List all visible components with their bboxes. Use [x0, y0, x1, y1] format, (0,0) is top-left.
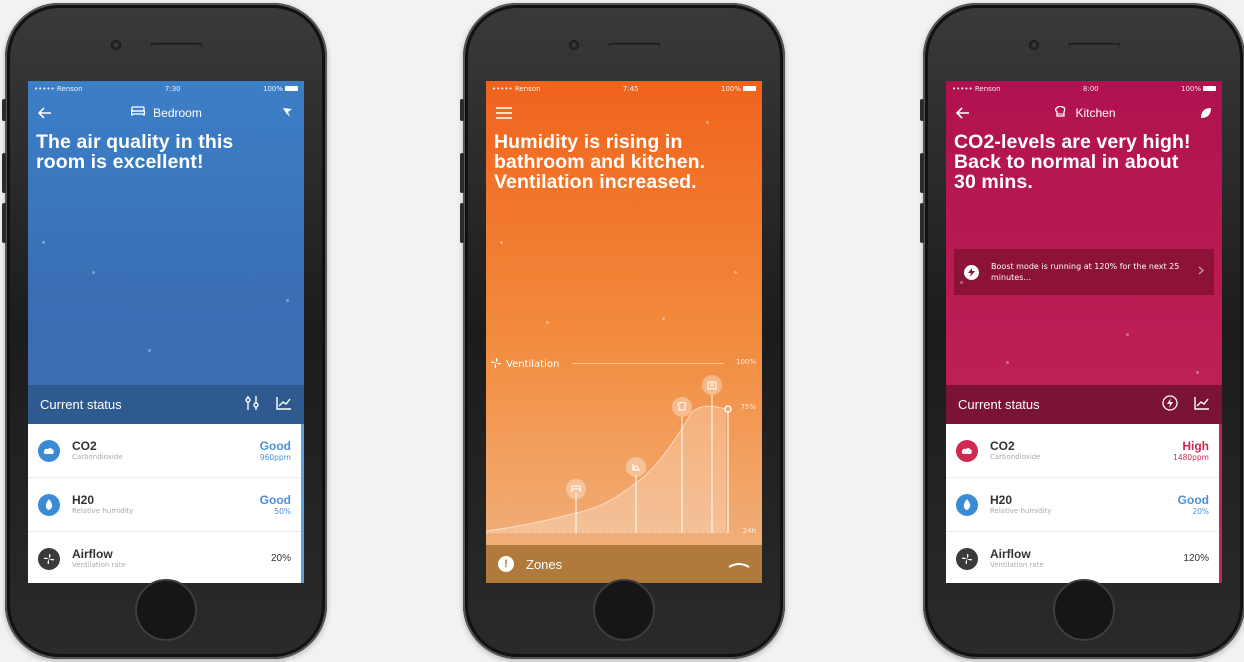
battery: 100%	[263, 85, 298, 93]
navbar: Kitchen	[946, 96, 1222, 130]
battery: 100%	[721, 85, 756, 93]
room-title: Bedroom	[130, 106, 202, 120]
headline: The air quality in this room is excellen…	[36, 131, 234, 173]
phone-bedroom: ••••• Renson 7:30 100% Bedroom The air q…	[2, 3, 327, 659]
status-bar: ••••• Renson 7:45 100%	[486, 81, 762, 96]
bed-icon	[130, 106, 146, 120]
list-item[interactable]: H20 Relative humidity Good 20%	[946, 478, 1219, 532]
status-list: CO2 Carbondioxide High 1480ppm H20 Relat…	[946, 424, 1222, 583]
navbar	[486, 96, 762, 130]
fan-icon[interactable]	[281, 104, 294, 123]
room-title: Kitchen	[1054, 105, 1116, 121]
camera	[569, 40, 579, 50]
status-header: Current status	[946, 385, 1222, 424]
kitchen-icon[interactable]	[672, 397, 692, 417]
clock: 7:45	[622, 84, 639, 93]
fan-icon	[38, 547, 60, 570]
camera	[111, 40, 121, 50]
shower-icon[interactable]	[702, 375, 722, 395]
clock: 8:00	[1082, 84, 1099, 93]
leaf-icon[interactable]	[1200, 104, 1212, 123]
chart-icon[interactable]	[276, 396, 292, 413]
home-button[interactable]	[593, 579, 655, 641]
bedroom-screen: ••••• Renson 7:30 100% Bedroom The air q…	[28, 81, 304, 583]
drop-icon	[956, 493, 978, 516]
status-header: Current status	[28, 385, 304, 424]
boost-banner[interactable]: Boost mode is running at 120% for the ne…	[954, 249, 1214, 295]
carrier: ••••• Renson	[492, 84, 541, 93]
chevron-right-icon	[1198, 266, 1204, 278]
speaker	[1068, 43, 1121, 48]
battery: 100%	[1181, 85, 1216, 93]
cloud-icon	[38, 439, 60, 462]
cloud-icon	[956, 439, 978, 462]
phone-kitchen: ••••• Renson 8:00 100% Kitchen CO2-level…	[920, 3, 1244, 659]
clock: 7:30	[164, 84, 181, 93]
status-panel: Current status CO2	[28, 385, 304, 583]
headline: Humidity is rising in bathroom and kitch…	[494, 131, 706, 193]
chef-hat-icon	[1054, 105, 1067, 121]
chevron-up-icon[interactable]	[728, 557, 750, 572]
speaker	[608, 43, 661, 48]
drop-icon	[38, 493, 60, 516]
carrier: ••••• Renson	[952, 84, 1001, 93]
hamburger-icon[interactable]	[496, 104, 512, 123]
list-item[interactable]: Airflow Ventilation rate 120%	[946, 532, 1219, 583]
status-bar: ••••• Renson 7:30 100%	[28, 81, 304, 96]
ventilation-chart: Ventilation 100% 75% 24h	[486, 351, 762, 541]
alert-icon: !	[498, 556, 514, 572]
boost-icon	[964, 264, 979, 280]
carrier: ••••• Renson	[34, 84, 83, 93]
boost-icon[interactable]	[1162, 395, 1178, 414]
kitchen-screen: ••••• Renson 8:00 100% Kitchen CO2-level…	[946, 81, 1222, 583]
back-arrow-icon[interactable]	[37, 104, 52, 123]
list-item[interactable]: Airflow Ventilation rate 20%	[28, 532, 301, 583]
sliders-icon[interactable]	[244, 395, 260, 414]
phone-overview: ••••• Renson 7:45 100% Humidity is risin…	[460, 3, 785, 659]
list-item[interactable]: CO2 Carbondioxide Good 960ppm	[28, 424, 301, 478]
list-item[interactable]: H20 Relative humidity Good 50%	[28, 478, 301, 532]
bed-icon[interactable]	[566, 479, 586, 499]
status-panel: Current status CO2	[946, 385, 1222, 583]
home-button[interactable]	[1053, 579, 1115, 641]
navbar: Bedroom	[28, 96, 304, 130]
zones-bar[interactable]: ! Zones	[486, 545, 762, 583]
back-arrow-icon[interactable]	[955, 104, 970, 123]
status-list: CO2 Carbondioxide Good 960ppm H20 Relati…	[28, 424, 304, 583]
bath-icon[interactable]	[626, 457, 646, 477]
home-button[interactable]	[135, 579, 197, 641]
fan-icon	[956, 547, 978, 570]
list-item[interactable]: CO2 Carbondioxide High 1480ppm	[946, 424, 1219, 478]
chart-icon[interactable]	[1194, 396, 1210, 413]
status-bar: ••••• Renson 8:00 100%	[946, 81, 1222, 96]
camera	[1029, 40, 1039, 50]
speaker	[150, 43, 203, 48]
overview-screen: ••••• Renson 7:45 100% Humidity is risin…	[486, 81, 762, 583]
headline: CO2-levels are very high! Back to normal…	[954, 131, 1191, 193]
